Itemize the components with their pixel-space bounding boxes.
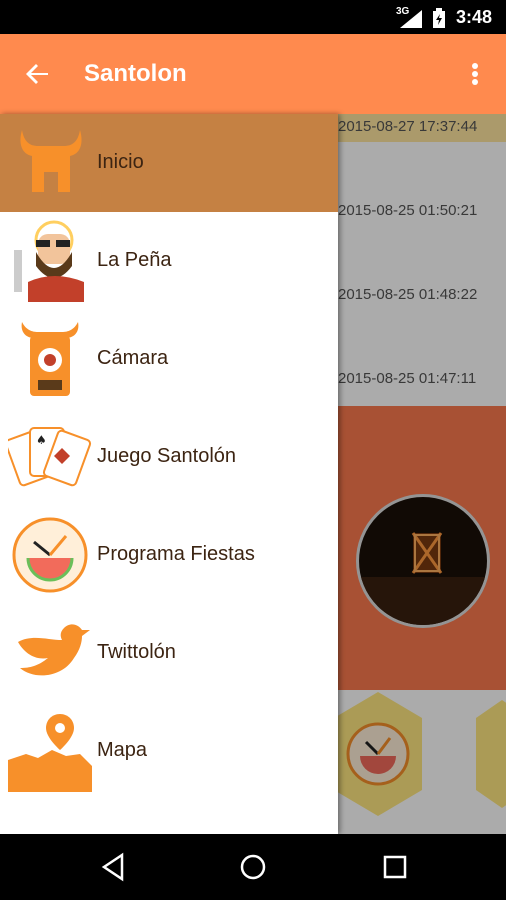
drawer-item-label: Programa Fiestas [97, 543, 255, 565]
drawer-item-label: Juego Santolón [97, 445, 237, 467]
drawer-item-label: Mapa [97, 739, 148, 761]
drawer-item-label: Twittolón [97, 641, 176, 663]
home-circle-icon[interactable] [238, 852, 268, 882]
arrow-back-icon[interactable] [22, 58, 54, 90]
drawer-item-label: La Peña [97, 249, 172, 271]
drawer-item-camara[interactable]: Cámara [0, 310, 338, 408]
signal-icon [400, 10, 422, 28]
drawer-item-label: Inicio [97, 151, 144, 173]
map-pin-icon [8, 714, 92, 792]
app-title: Santolon [84, 60, 187, 87]
drawer-item-juego-santolon[interactable]: ♠ Juego Santolón [0, 408, 338, 506]
bull-house-icon [20, 130, 82, 192]
battery-icon [433, 8, 445, 28]
more-vert-icon[interactable] [465, 58, 485, 90]
bird-icon [18, 624, 90, 676]
drawer-item-twittolon[interactable]: Twittolón [0, 604, 338, 702]
back-triangle-icon[interactable] [98, 852, 128, 882]
bearded-man-icon [14, 220, 84, 302]
recents-square-icon[interactable] [380, 852, 410, 882]
camera-bull-icon [21, 322, 79, 396]
drawer-item-programa-fiestas[interactable]: Programa Fiestas [0, 506, 338, 604]
app-bar: Santolon [0, 34, 506, 114]
navigation-drawer: Inicio La Peña Cámara ♠ Juego Santolón P… [0, 114, 338, 834]
system-nav-bar [0, 834, 506, 900]
status-bar: 3G 3:48 [0, 0, 506, 34]
playing-cards-icon: ♠ [8, 427, 92, 487]
drawer-item-la-pena[interactable]: La Peña [0, 212, 338, 310]
drawer-item-inicio[interactable]: Inicio [0, 114, 338, 212]
drawer-item-label: Cámara [97, 347, 169, 369]
clock: 3:48 [456, 7, 493, 27]
drawer-item-mapa[interactable]: Mapa [0, 702, 338, 800]
clock-watermelon-icon [12, 517, 88, 593]
svg-text:♠: ♠ [36, 433, 47, 447]
